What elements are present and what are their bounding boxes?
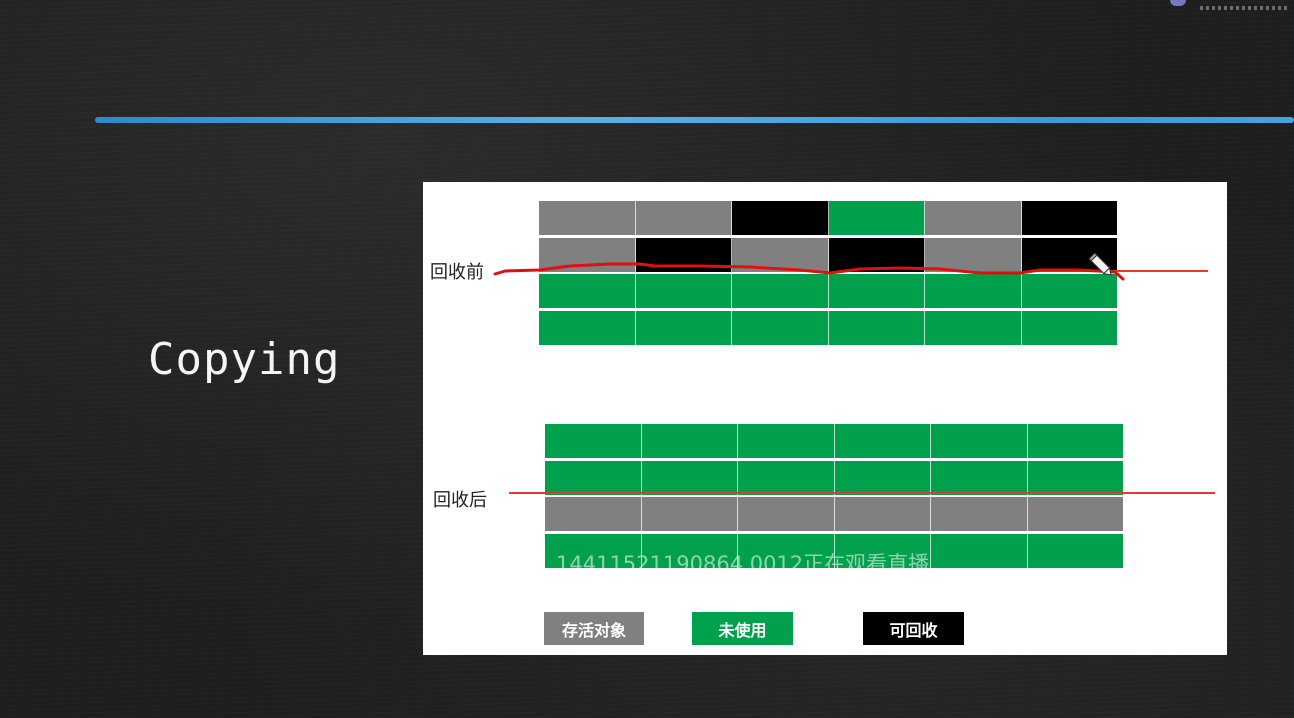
handdrawn-annotation (493, 262, 1125, 281)
annotation-overlay (493, 252, 1215, 494)
live-viewer-watermark: 14411521190864 0012正在观看直播 (556, 552, 930, 576)
pencil-icon (1088, 252, 1112, 276)
